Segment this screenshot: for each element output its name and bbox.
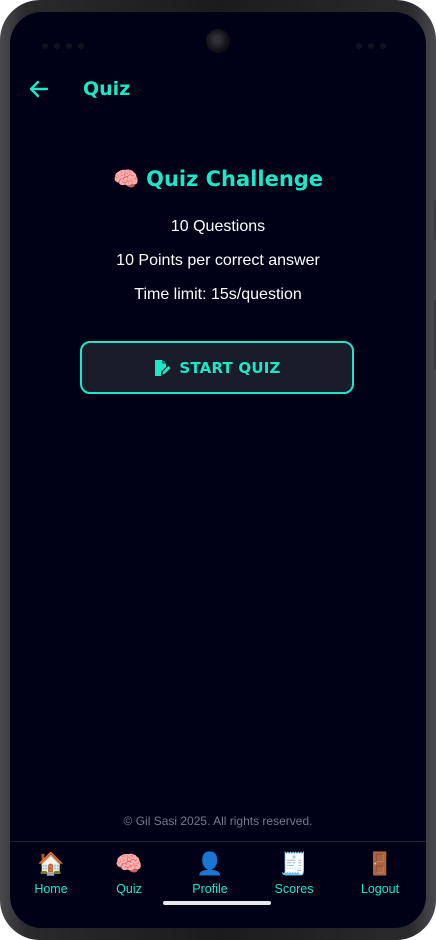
time-limit: Time limit: 15s/question	[134, 286, 302, 303]
start-quiz-button[interactable]: START QUIZ	[80, 341, 354, 394]
points-info: 10 Points per correct answer	[116, 252, 320, 269]
arrow-left-icon	[29, 80, 49, 98]
copyright-footer: © Gil Sasi 2025. All rights reserved.	[123, 814, 313, 828]
nav-divider	[10, 841, 426, 842]
nav-item-logout[interactable]: 🚪 Logout	[345, 850, 415, 908]
back-button[interactable]	[26, 76, 52, 102]
receipt-icon: 🧾	[280, 852, 308, 877]
page-title: Quiz	[83, 78, 131, 100]
quiz-title-row: 🧠 Quiz Challenge	[10, 162, 426, 196]
brain-icon: 🧠	[112, 166, 140, 191]
quiz-info: 10 Questions 10 Points per correct answe…	[10, 210, 426, 312]
nav-label-scores: Scores	[274, 882, 314, 896]
nav-item-scores[interactable]: 🧾 Scores	[259, 850, 329, 908]
questions-count: 10 Questions	[170, 218, 266, 235]
app-screen: Quiz 🧠 Quiz Challenge 10 Questions 10 Po…	[10, 12, 426, 928]
nav-item-profile[interactable]: 👤 Profile	[175, 850, 245, 908]
status-icons-right	[356, 34, 392, 49]
nav-label-quiz: Quiz	[116, 882, 142, 896]
nav-label-profile: Profile	[192, 882, 228, 896]
nav-item-home[interactable]: 🏠 Home	[16, 850, 86, 908]
nav-label-logout: Logout	[360, 882, 400, 896]
user-icon: 👤	[196, 852, 224, 877]
nav-item-quiz[interactable]: 🧠 Quiz	[94, 850, 164, 908]
door-icon: 🚪	[366, 852, 394, 877]
nav-label-home: Home	[34, 882, 68, 896]
brain-icon: 🧠	[115, 852, 143, 877]
start-quiz-label: START QUIZ	[179, 358, 281, 377]
home-icon: 🏠	[37, 852, 65, 877]
home-indicator[interactable]	[163, 901, 271, 905]
status-icons-left	[42, 34, 90, 49]
phone-frame: Quiz 🧠 Quiz Challenge 10 Questions 10 Po…	[0, 0, 436, 940]
quiz-intro: 🧠 Quiz Challenge 10 Questions 10 Points …	[10, 162, 426, 312]
status-bar	[10, 12, 426, 54]
quiz-title: Quiz Challenge	[146, 167, 324, 191]
app-header: Quiz	[10, 70, 426, 110]
front-camera	[206, 29, 230, 53]
edit-note-icon	[155, 359, 171, 376]
